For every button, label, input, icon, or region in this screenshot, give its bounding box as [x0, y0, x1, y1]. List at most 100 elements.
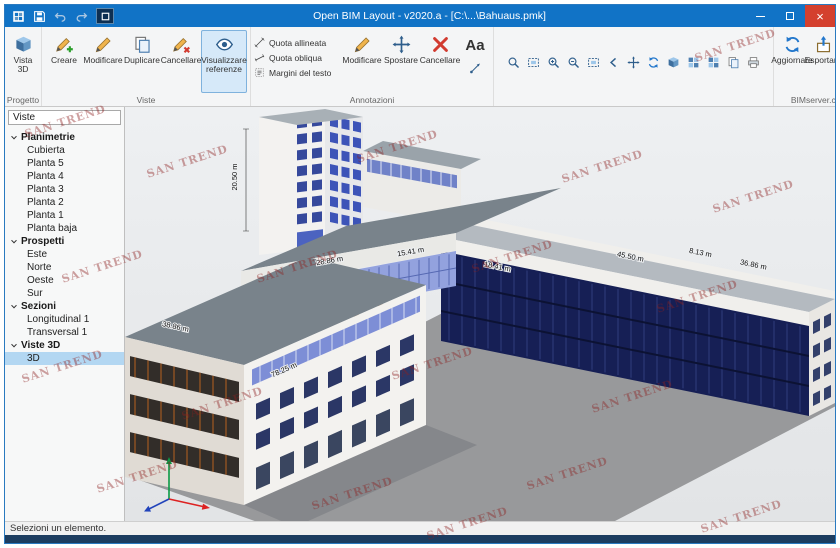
app-window: Open BIM Layout - v2020.a - [C:\...\Bahu…	[4, 4, 836, 544]
copy-icon	[133, 35, 152, 54]
tree-item-cubierta[interactable]: Cubierta	[5, 144, 124, 157]
spostare-button[interactable]: Spostare	[382, 30, 420, 93]
zoom-out-icon	[567, 56, 580, 69]
margini-del-testo-option[interactable]: Margini del testo	[254, 67, 342, 78]
creare-button[interactable]: Creare	[45, 30, 83, 93]
cancellare-annotazioni-button[interactable]: Cancellare	[420, 30, 460, 93]
tree-item-transversal-1[interactable]: Transversal 1	[5, 326, 124, 339]
close-button[interactable]: ×	[805, 5, 835, 27]
chevron-down-icon[interactable]	[11, 237, 17, 243]
zoom-extents-button[interactable]	[585, 54, 602, 71]
search-icon	[507, 56, 520, 69]
model-canvas[interactable]: 20.50 m 28.86 m 15.41 m 18.41 m 45.50 m 8.13 …	[125, 107, 835, 521]
bottom-strip	[5, 535, 835, 543]
previous-view-button[interactable]	[605, 54, 622, 71]
tree-item-sur[interactable]: Sur	[5, 287, 124, 300]
tree-item-planta-1[interactable]: Planta 1	[5, 209, 124, 222]
status-bar: Selezioni un elemento.	[5, 521, 835, 535]
modificare-annotazioni-button[interactable]: Modificare	[342, 30, 382, 93]
perspective-button[interactable]	[665, 54, 682, 71]
visualizzare-referenze-button[interactable]: Visualizzare referenze	[201, 30, 247, 93]
tree-item-planta-2[interactable]: Planta 2	[5, 196, 124, 209]
text-tools-column: Aa	[460, 30, 490, 93]
hidden-lines-button[interactable]	[685, 54, 702, 71]
pencil-icon	[94, 35, 113, 54]
dimension-label: 36.86 m	[739, 257, 767, 271]
save-button[interactable]	[29, 7, 49, 25]
ribbon-group-progetto: Vista 3D Progetto	[5, 27, 42, 106]
print-icon	[747, 56, 760, 69]
orbit-button[interactable]	[645, 54, 662, 71]
redo-button[interactable]	[71, 7, 91, 25]
quota-obliqua-option[interactable]: Quota obliqua	[254, 52, 342, 63]
chevron-down-icon[interactable]	[11, 302, 17, 308]
vista-3d-button[interactable]: Vista 3D	[8, 30, 38, 93]
tree-item-norte[interactable]: Norte	[5, 261, 124, 274]
quick-access-toolbar	[5, 7, 114, 25]
text-margins-icon	[254, 67, 265, 78]
delete-x-icon	[172, 35, 191, 54]
aggiornare-button[interactable]: Aggiornare	[771, 30, 813, 93]
tree-section-sezioni[interactable]: Sezioni	[5, 300, 124, 313]
eye-icon	[215, 35, 234, 54]
export-icon	[814, 35, 833, 54]
print-button[interactable]	[745, 54, 762, 71]
zoom-in-button[interactable]	[545, 54, 562, 71]
3d-viewport-scene: 20.50 m28.86 m15.41 m18.41 m45.50 m 8.13 …	[125, 109, 835, 521]
layers-button[interactable]	[725, 54, 742, 71]
tree-item-planta-5[interactable]: Planta 5	[5, 157, 124, 170]
move-arrows-icon	[392, 35, 411, 54]
tree-section-planimetrie[interactable]: Planimetrie	[5, 131, 124, 144]
dimension-label: 20.50 m	[230, 163, 239, 190]
tree-item-planta-baja[interactable]: Planta baja	[5, 222, 124, 235]
minimize-button[interactable]	[745, 5, 775, 27]
tree-item-este[interactable]: Este	[5, 248, 124, 261]
capture-button[interactable]	[96, 8, 114, 24]
zoom-window-icon	[527, 56, 540, 69]
zoom-out-button[interactable]	[565, 54, 582, 71]
ribbon: Vista 3D Progetto Creare Modificare Dupl…	[5, 27, 835, 107]
delete-x-icon	[431, 35, 450, 54]
leader-line-button[interactable]	[467, 59, 484, 76]
views-panel-header: Viste	[8, 110, 121, 125]
cube-3d-icon	[14, 35, 33, 54]
tree-item-planta-4[interactable]: Planta 4	[5, 170, 124, 183]
window-title: Open BIM Layout - v2020.a - [C:\...\Bahu…	[313, 10, 546, 22]
tree-item-oeste[interactable]: Oeste	[5, 274, 124, 287]
titlebar: Open BIM Layout - v2020.a - [C:\...\Bahu…	[5, 5, 835, 27]
tree-section-viste-3d[interactable]: Viste 3D	[5, 339, 124, 352]
annotation-options: Quota allineata Quota obliqua Margini de…	[254, 30, 342, 93]
maximize-button[interactable]	[775, 5, 805, 27]
undo-button[interactable]	[50, 7, 70, 25]
testo-aa-button[interactable]: Aa	[460, 33, 490, 56]
window-controls: ×	[745, 5, 835, 27]
tree-item-longitudinal-1[interactable]: Longitudinal 1	[5, 313, 124, 326]
quota-allineata-option[interactable]: Quota allineata	[254, 37, 342, 48]
pan-icon	[627, 56, 640, 69]
view-tree: Planimetrie Cubierta Planta 5 Planta 4 Plant…	[5, 128, 124, 365]
view-tools-row	[497, 31, 770, 93]
cancellare-viste-button[interactable]: Cancellare	[161, 30, 201, 93]
ribbon-group-viste: Creare Modificare Duplicare Cancellare V…	[42, 27, 251, 106]
aligned-dimension-icon	[254, 37, 265, 48]
status-message: Selezioni un elemento.	[10, 523, 107, 534]
tree-item-planta-3[interactable]: Planta 3	[5, 183, 124, 196]
tree-section-prospetti[interactable]: Prospetti	[5, 235, 124, 248]
dimension-label: 8.13 m	[688, 246, 712, 259]
group-label-viste: Viste	[136, 95, 156, 105]
tree-item-3d[interactable]: 3D	[5, 352, 124, 365]
search-button[interactable]	[505, 54, 522, 71]
group-label-annotazioni: Annotazioni	[349, 95, 395, 105]
zoom-window-button[interactable]	[525, 54, 542, 71]
ribbon-group-bimserver: Aggiornare Esportare Roberta BIMserver.c…	[771, 27, 835, 106]
shading-button[interactable]	[705, 54, 722, 71]
hidden-lines-icon	[687, 56, 700, 69]
pan-button[interactable]	[625, 54, 642, 71]
views-panel: Viste Planimetrie Cubierta Planta 5 Planta …	[5, 107, 125, 521]
duplicare-button[interactable]: Duplicare	[123, 30, 161, 93]
chevron-down-icon[interactable]	[11, 341, 17, 347]
modificare-viste-button[interactable]: Modificare	[83, 30, 123, 93]
pencil-icon	[353, 35, 372, 54]
esportare-button[interactable]: Esportare	[805, 30, 835, 93]
chevron-down-icon[interactable]	[11, 133, 17, 139]
